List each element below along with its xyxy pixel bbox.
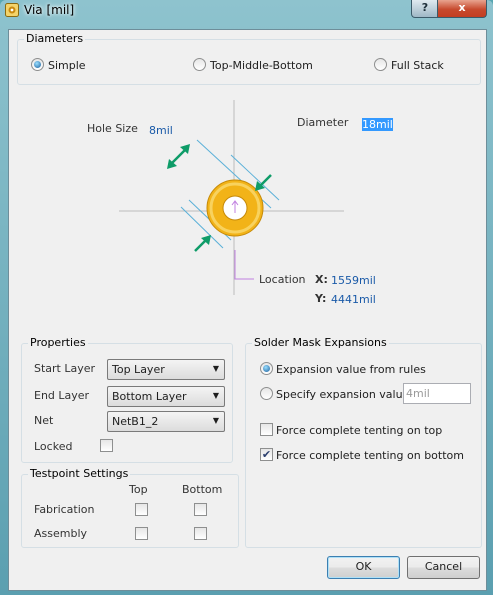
via-app-icon — [5, 3, 19, 17]
diameters-group: Diameters Simple Top-Middle-Bottom Full … — [17, 32, 481, 85]
simple-label[interactable]: Simple — [48, 59, 86, 72]
full-stack-label[interactable]: Full Stack — [391, 59, 444, 72]
dialog-client: Diameters Simple Top-Middle-Bottom Full … — [8, 29, 487, 591]
hole-size-arrow — [170, 148, 187, 165]
specify-value-label[interactable]: Specify expansion value — [276, 388, 409, 401]
start-layer-dropdown[interactable]: Top Layer ▼ — [107, 359, 225, 380]
close-button[interactable]: x — [437, 0, 487, 18]
hole-size-label: Hole Size — [87, 122, 138, 135]
dialog-window: Via [mil] ? x Diameters Simple Top-Middl… — [0, 0, 493, 595]
fabrication-label: Fabrication — [34, 503, 95, 516]
y-coord-value[interactable]: 4441mil — [331, 293, 376, 306]
y-coord-label: Y: — [315, 292, 327, 305]
diameter-value[interactable]: 18mil — [362, 118, 393, 131]
via-diagram: Hole Size 8mil Diameter 18mil Location X… — [9, 90, 486, 330]
fabrication-top-checkbox[interactable] — [135, 503, 148, 516]
testpoint-bottom-header: Bottom — [182, 483, 223, 496]
via-diagram-svg — [119, 100, 344, 295]
window-title: Via [mil] — [24, 3, 75, 17]
hole-size-value[interactable]: 8mil — [149, 124, 173, 137]
top-middle-bottom-label[interactable]: Top-Middle-Bottom — [210, 59, 313, 72]
assembly-bottom-checkbox[interactable] — [194, 527, 207, 540]
end-layer-dropdown[interactable]: Bottom Layer ▼ — [107, 386, 225, 407]
assembly-label: Assembly — [34, 527, 88, 540]
start-layer-value: Top Layer — [112, 363, 165, 376]
testpoint-group: Testpoint Settings Top Bottom Fabricatio… — [21, 467, 239, 548]
specify-value-radio[interactable] — [260, 387, 273, 400]
chevron-down-icon: ▼ — [212, 416, 219, 425]
ok-button[interactable]: OK — [327, 556, 400, 579]
properties-group: Properties Start Layer Top Layer ▼ End L… — [21, 336, 233, 463]
cancel-button[interactable]: Cancel — [407, 556, 480, 579]
net-value: NetB1_2 — [112, 415, 159, 428]
net-dropdown[interactable]: NetB1_2 ▼ — [107, 411, 225, 432]
location-label: Location — [259, 273, 306, 286]
x-coord-label: X: — [315, 273, 328, 286]
simple-radio[interactable] — [31, 58, 44, 71]
tent-bottom-label[interactable]: Force complete tenting on bottom — [276, 449, 464, 462]
chevron-down-icon: ▼ — [212, 364, 219, 373]
tent-bottom-checkbox[interactable]: ✔ — [260, 448, 273, 461]
help-button[interactable]: ? — [411, 0, 439, 18]
testpoint-top-header: Top — [129, 483, 148, 496]
properties-legend: Properties — [28, 336, 88, 349]
tent-top-checkbox[interactable] — [260, 423, 273, 436]
net-label: Net — [34, 414, 54, 427]
from-rules-label[interactable]: Expansion value from rules — [276, 363, 426, 376]
locked-checkbox[interactable] — [100, 439, 113, 452]
top-middle-bottom-radio[interactable] — [193, 58, 206, 71]
chevron-down-icon: ▼ — [212, 391, 219, 400]
expansion-value-text: 4mil — [406, 387, 430, 400]
tent-top-label[interactable]: Force complete tenting on top — [276, 424, 442, 437]
expansion-value-input[interactable]: 4mil — [403, 383, 471, 404]
start-layer-label: Start Layer — [34, 362, 96, 375]
x-coord-value[interactable]: 1559mil — [331, 274, 376, 287]
full-stack-radio[interactable] — [374, 58, 387, 71]
from-rules-radio[interactable] — [260, 362, 273, 375]
solder-mask-group: Solder Mask Expansions Expansion value f… — [245, 336, 482, 548]
end-layer-value: Bottom Layer — [112, 390, 187, 403]
diameter-label: Diameter — [297, 116, 349, 129]
assembly-top-checkbox[interactable] — [135, 527, 148, 540]
end-layer-label: End Layer — [34, 389, 90, 402]
location-leader — [234, 250, 254, 280]
title-bar[interactable]: Via [mil] ? x — [0, 0, 493, 22]
testpoint-legend: Testpoint Settings — [28, 467, 131, 480]
solder-mask-legend: Solder Mask Expansions — [252, 336, 389, 349]
diameters-legend: Diameters — [24, 32, 86, 45]
fabrication-bottom-checkbox[interactable] — [194, 503, 207, 516]
locked-label: Locked — [34, 440, 73, 453]
